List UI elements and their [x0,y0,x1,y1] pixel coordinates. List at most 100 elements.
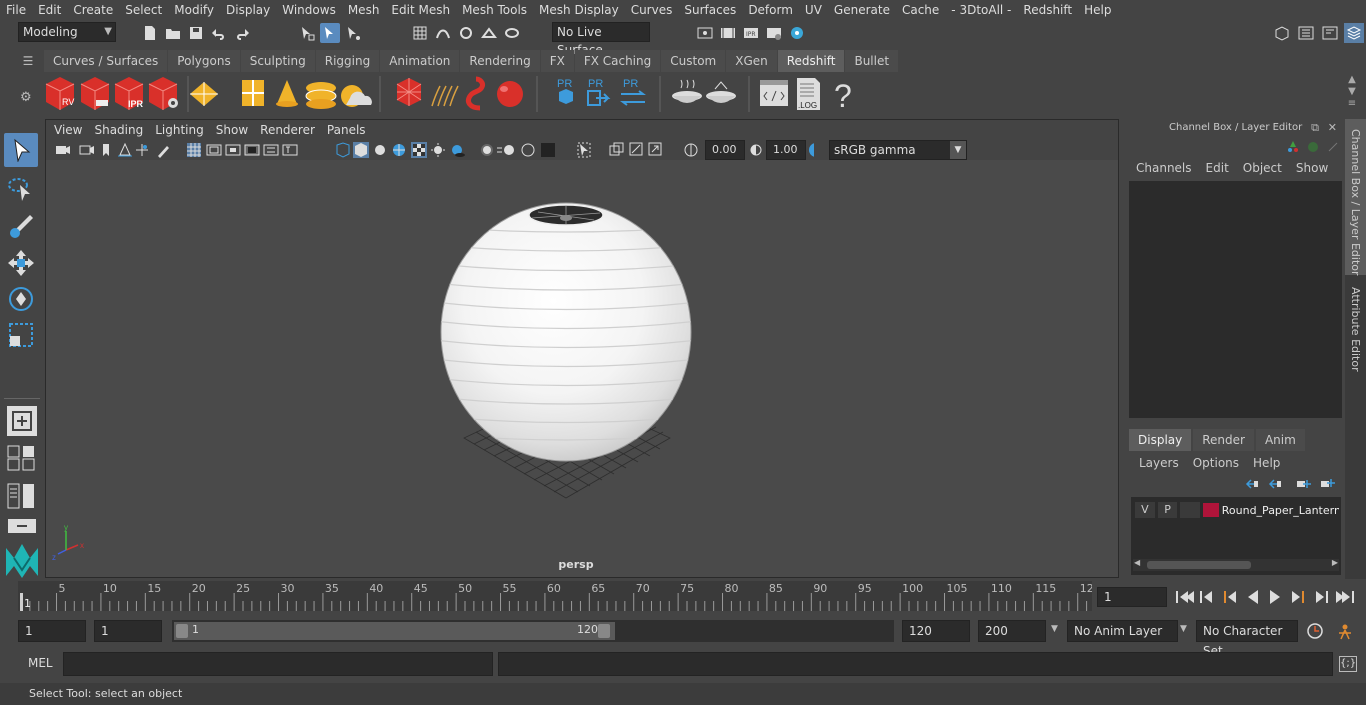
menu-edit-mesh[interactable]: Edit Mesh [385,0,456,20]
tab-curves-surfaces[interactable]: Curves / Surfaces [44,50,168,72]
snap-surface-icon[interactable] [502,23,522,43]
go-to-start-icon[interactable] [1176,591,1194,603]
new-scene-icon[interactable] [140,23,160,43]
options-menu[interactable]: Options [1193,456,1239,470]
snap-grid-icon[interactable] [410,23,430,43]
chevron-down-icon[interactable]: ▼ [1051,624,1058,634]
rs-bake-settings-icon[interactable] [706,81,736,103]
multisample-aa-icon[interactable] [521,143,535,157]
tab-display[interactable]: Display [1129,429,1192,451]
object-menu[interactable]: Object [1243,161,1282,175]
float-panel-icon[interactable]: ⧉ [1311,121,1319,135]
motion-blur-icon[interactable] [497,145,514,155]
tab-render[interactable]: Render [1193,429,1254,451]
isolate-select-icon[interactable] [577,142,591,158]
menu-modify[interactable]: Modify [168,0,220,20]
move-layer-down-icon[interactable] [1268,479,1281,489]
safe-action-icon[interactable] [282,144,298,156]
tab-animation[interactable]: Animation [380,50,460,72]
chevron-down-icon[interactable]: ▼ [1180,624,1187,634]
resolution-gate-icon[interactable] [225,144,241,156]
color-management-icon[interactable] [809,143,814,157]
paint-select-tool-icon[interactable] [6,212,36,245]
xray-joints-icon[interactable] [629,142,643,156]
rotate-tool-icon[interactable] [6,284,36,317]
tab-xgen[interactable]: XGen [726,50,777,72]
animation-preferences-icon[interactable] [1339,624,1351,640]
ipr-render-icon[interactable]: IPR [741,23,761,43]
select-tool-icon[interactable] [4,133,38,167]
rs-proxy-icon[interactable] [190,82,218,106]
rs-sun-sky-icon[interactable] [341,85,372,107]
live-surface-field[interactable]: No Live Surface [552,22,650,57]
vp-menu-lighting[interactable]: Lighting [149,120,210,140]
channel-box-toggle-icon[interactable] [1344,23,1364,43]
mode-selector[interactable]: Modeling ▼ [18,22,116,42]
menu-display[interactable]: Display [220,0,276,20]
tab-rigging[interactable]: Rigging [315,50,380,72]
rs-render-view-icon[interactable]: RV [45,77,74,110]
range-end-handle[interactable] [598,624,610,638]
step-forward-frame-icon[interactable] [1292,591,1304,603]
menu-mesh[interactable]: Mesh [342,0,386,20]
channel-box-icon-a[interactable] [1288,141,1298,152]
grid-toggle-icon[interactable] [187,143,201,157]
menu-surfaces[interactable]: Surfaces [678,0,742,20]
rs-log-icon[interactable]: .LOG [797,78,820,110]
new-layer-selected-icon[interactable] [1321,479,1335,487]
perspective-viewport[interactable]: x y z persp [46,160,1118,577]
menu-redshift[interactable]: Redshift [1017,0,1078,20]
layers-menu[interactable]: Layers [1139,456,1179,470]
menu-curves[interactable]: Curves [625,0,679,20]
wireframe-icon[interactable] [336,142,350,158]
playback-start-field[interactable]: 1 [94,620,162,642]
gate-mask-icon[interactable] [244,144,260,156]
menu-edit[interactable]: Edit [32,0,67,20]
go-to-end-icon[interactable] [1336,591,1354,603]
side-tab-attribute-editor[interactable]: Attribute Editor [1345,279,1366,379]
current-time-indicator[interactable] [20,593,23,611]
menu-generate[interactable]: Generate [828,0,896,20]
rs-dome-light-icon[interactable] [242,80,264,106]
snap-point-icon[interactable] [456,23,476,43]
select-component-icon[interactable] [343,23,363,43]
render-settings-icon[interactable] [764,23,784,43]
channels-menu[interactable]: Channels [1136,161,1192,175]
tab-polygons[interactable]: Polygons [168,50,240,72]
edit-menu[interactable]: Edit [1206,161,1229,175]
tab-custom[interactable]: Custom [661,50,726,72]
rs-pr-swap-icon[interactable]: PR [620,78,646,106]
menu-cache[interactable]: Cache [896,0,945,20]
menu-3dtoall[interactable]: - 3DtoAll - [945,0,1017,20]
select-hierarchy-icon[interactable] [297,23,317,43]
animation-end-field[interactable]: 200 [978,620,1046,642]
single-pane-layout-icon[interactable] [7,406,37,436]
layer-row[interactable]: V P Round_Paper_Lantern [1135,501,1339,519]
colorspace-dropdown[interactable]: sRGB gamma ▼ [829,140,967,160]
layer-name[interactable]: Round_Paper_Lantern [1222,504,1339,517]
four-pane-layout-icon[interactable] [7,445,37,474]
menu-mesh-display[interactable]: Mesh Display [533,0,625,20]
close-panel-icon[interactable]: ✕ [1328,121,1337,134]
tab-anim[interactable]: Anim [1255,429,1305,451]
scroll-left-icon[interactable]: ◀ [1134,558,1140,567]
screen-space-ao-icon[interactable] [481,144,493,156]
snap-view-plane-icon[interactable] [479,23,499,43]
vp-menu-shading[interactable]: Shading [88,120,149,140]
vp-menu-panels[interactable]: Panels [321,120,372,140]
camera-attributes-icon[interactable] [79,145,94,155]
tab-redshift[interactable]: Redshift [777,50,845,72]
redo-icon[interactable] [232,23,252,43]
exposure-icon[interactable] [684,143,698,157]
xray-icon[interactable] [609,142,624,156]
undo-icon[interactable] [209,23,229,43]
play-backwards-icon[interactable] [1248,590,1258,604]
rs-pr-cube-icon[interactable]: PR [557,78,573,104]
step-back-key-icon[interactable] [1200,591,1212,603]
range-slider-bar[interactable] [174,622,615,640]
field-chart-icon[interactable] [263,144,279,156]
hypershade-icon[interactable] [787,23,807,43]
tab-sculpting[interactable]: Sculpting [240,50,315,72]
layer-scrollbar[interactable]: ◀ ▶ [1133,558,1339,571]
anim-layer-dropdown[interactable]: No Anim Layer [1067,620,1178,642]
